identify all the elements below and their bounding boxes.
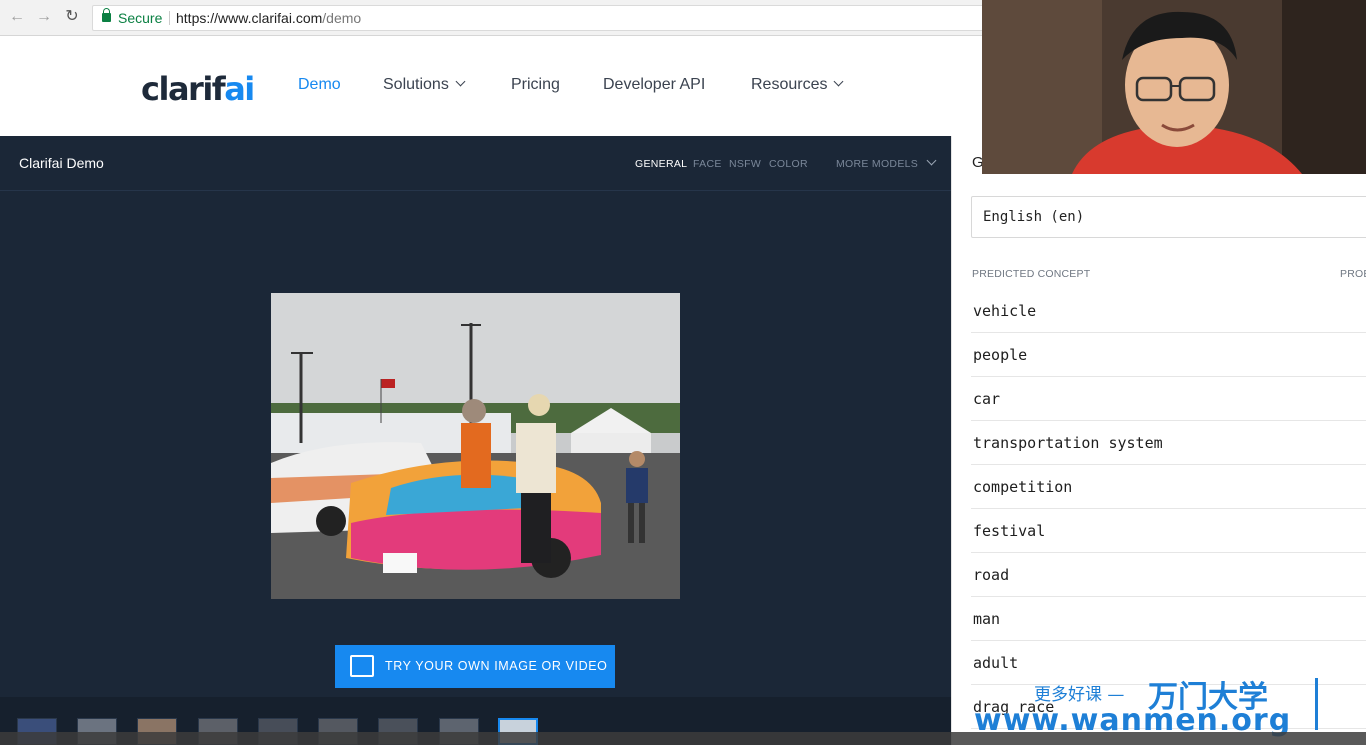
more-models-label: MORE MODELS <box>836 158 919 170</box>
concept-row: man <box>971 597 1366 641</box>
reload-icon[interactable]: ↻ <box>63 8 81 26</box>
concept-row: vehicle <box>971 289 1366 333</box>
watermark: 更多好课 — 万门大学 www.wanmen.org <box>970 672 1330 738</box>
concept-row: competition <box>971 465 1366 509</box>
concept-row: transportation system <box>971 421 1366 465</box>
back-icon[interactable]: ← <box>8 8 26 26</box>
watermark-divider <box>1315 678 1318 730</box>
webcam-illustration <box>982 0 1366 174</box>
model-face[interactable]: FACE <box>693 158 722 170</box>
demo-photo <box>271 293 680 599</box>
col-probability: PROB <box>1340 268 1366 280</box>
nav-solutions[interactable]: Solutions <box>383 76 466 94</box>
omnibox-divider <box>169 11 170 25</box>
nav-demo[interactable]: Demo <box>298 76 341 94</box>
col-predicted-concept: PREDICTED CONCEPT <box>972 268 1091 280</box>
demo-area: Clarifai Demo GENERAL FACE NSFW COLOR MO… <box>0 136 951 745</box>
logo-main: clarif <box>141 70 226 108</box>
watermark-tagline: 更多好课 — <box>1034 685 1125 705</box>
demo-title: Clarifai Demo <box>19 155 104 171</box>
predictions-panel: G English (en) PREDICTED CONCEPT PROB ve… <box>951 136 1366 745</box>
language-select[interactable]: English (en) <box>971 196 1366 238</box>
nav-pricing[interactable]: Pricing <box>511 76 560 94</box>
more-models-dropdown[interactable]: MORE MODELS <box>836 155 937 170</box>
logo-accent: ai <box>224 70 255 108</box>
url-path: /demo <box>322 10 362 26</box>
clarifai-logo[interactable]: clarifai <box>141 70 255 108</box>
concept-row: festival <box>971 509 1366 553</box>
url-text: https://www.clarifai.com/demo <box>176 6 361 30</box>
model-color[interactable]: COLOR <box>769 158 808 170</box>
nav-resources[interactable]: Resources <box>751 76 844 94</box>
concept-list: vehicle people car transportation system… <box>971 289 1366 729</box>
photo-illustration <box>271 293 680 599</box>
add-image-icon <box>350 655 374 677</box>
forward-icon[interactable]: → <box>35 8 53 26</box>
model-nsfw[interactable]: NSFW <box>729 158 761 170</box>
try-button-label: TRY YOUR OWN IMAGE OR VIDEO <box>385 659 608 673</box>
try-your-own-button[interactable]: TRY YOUR OWN IMAGE OR VIDEO <box>335 645 615 688</box>
video-controls-bar <box>0 732 1366 745</box>
url-base: https://www.clarifai.com <box>176 10 323 26</box>
nav-developer-api[interactable]: Developer API <box>603 76 705 94</box>
model-general[interactable]: GENERAL <box>635 158 687 170</box>
concept-row: people <box>971 333 1366 377</box>
nav-resources-label: Resources <box>751 76 828 93</box>
lock-icon <box>102 8 111 22</box>
address-bar[interactable]: Secure https://www.clarifai.com/demo <box>92 5 1092 31</box>
webcam-overlay <box>982 0 1366 174</box>
secure-label: Secure <box>118 10 163 26</box>
concept-row: road <box>971 553 1366 597</box>
site-header: clarifai Demo Solutions Pricing Develope… <box>0 37 982 136</box>
chevron-down-icon <box>926 155 937 166</box>
concept-row: car <box>971 377 1366 421</box>
chevron-down-icon <box>455 76 466 87</box>
demo-toolbar: Clarifai Demo GENERAL FACE NSFW COLOR MO… <box>0 136 951 191</box>
nav-solutions-label: Solutions <box>383 76 449 93</box>
chevron-down-icon <box>834 76 844 87</box>
